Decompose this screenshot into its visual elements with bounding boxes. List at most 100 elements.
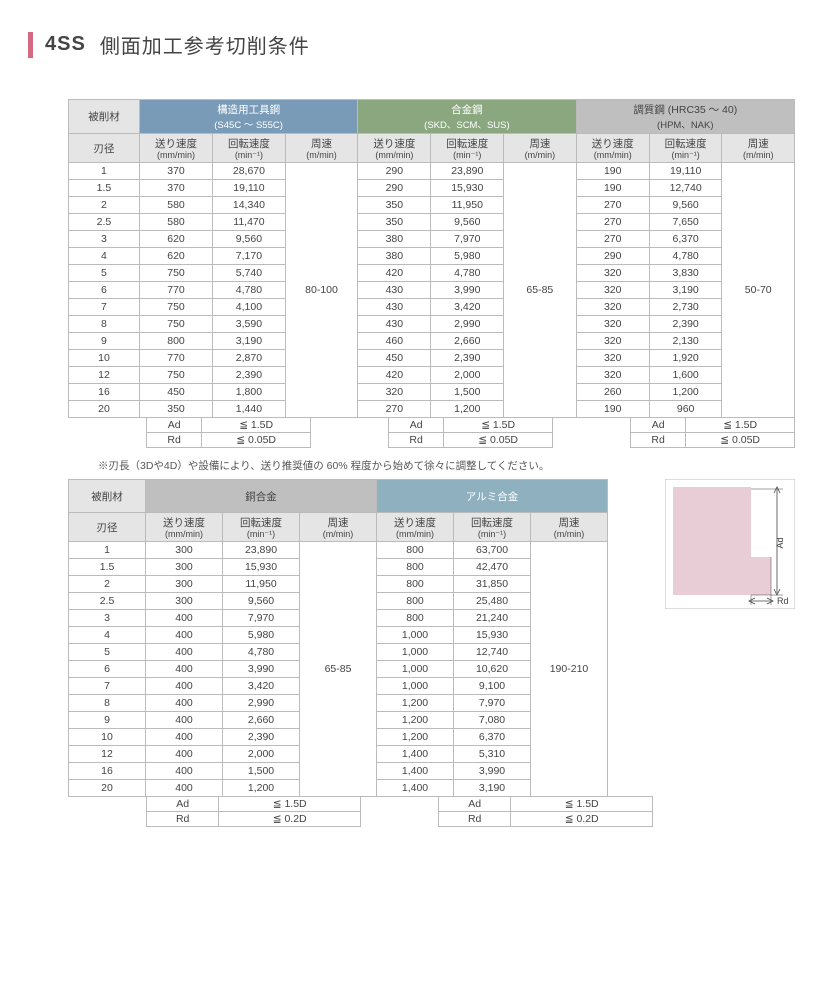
- cell-feed: 400: [146, 610, 223, 627]
- cell-spin: 7,650: [649, 214, 722, 231]
- cell-dia: 2.5: [69, 593, 146, 610]
- cell-spin: 9,560: [649, 197, 722, 214]
- cell-dia: 12: [69, 746, 146, 763]
- svg-text:Ad: Ad: [775, 537, 785, 548]
- cell-feed: 800: [377, 610, 454, 627]
- cell-feed: 750: [139, 265, 212, 282]
- col-feed: 送り速度(mm/min): [139, 134, 212, 163]
- ad-label: Ad: [389, 418, 444, 433]
- ad-label: Ad: [631, 418, 686, 433]
- cell-feed: 450: [139, 384, 212, 401]
- cell-feed: 420: [358, 367, 431, 384]
- cell-feed: 320: [576, 316, 649, 333]
- cell-dia: 8: [69, 316, 140, 333]
- cell-spin: 5,980: [431, 248, 504, 265]
- cell-feed: 350: [358, 214, 431, 231]
- cell-feed: 770: [139, 282, 212, 299]
- cell-dia: 5: [69, 644, 146, 661]
- col-feed: 送り速度(mm/min): [576, 134, 649, 163]
- cell-spin: 5,740: [213, 265, 286, 282]
- cell-spin: 15,930: [454, 627, 531, 644]
- cell-feed: 290: [358, 163, 431, 180]
- cell-spin: 23,890: [431, 163, 504, 180]
- cell-feed: 400: [146, 678, 223, 695]
- cell-spin: 2,730: [649, 299, 722, 316]
- cell-feed: 400: [146, 712, 223, 729]
- cell-spin: 3,590: [213, 316, 286, 333]
- table-row: 77504,1004303,4203202,730: [69, 299, 795, 316]
- table-row: 130023,89065-8580063,700190-210: [69, 542, 608, 559]
- cell-spin: 3,420: [223, 678, 300, 695]
- adjustment-note: ※刃長（3Dや4D）や設備により、送り推奨値の 60% 程度から始めて徐々に調整…: [98, 458, 795, 473]
- material-group-header: 調質鋼 (HRC35 ～ 40)(HPM、NAK): [576, 100, 794, 134]
- cell-feed: 300: [146, 593, 223, 610]
- cell-spin: 7,170: [213, 248, 286, 265]
- cell-dia: 7: [69, 299, 140, 316]
- cell-spin: 1,600: [649, 367, 722, 384]
- cell-spin: 11,950: [431, 197, 504, 214]
- rd-value: ≦ 0.05D: [686, 433, 795, 448]
- col-spin: 回転速度(min⁻¹): [454, 513, 531, 542]
- cell-feed: 1,000: [377, 661, 454, 678]
- cell-spin: 3,190: [213, 333, 286, 350]
- cell-feed: 320: [576, 367, 649, 384]
- cell-spin: 23,890: [223, 542, 300, 559]
- cell-spin: 15,930: [431, 180, 504, 197]
- table-row: 258014,34035011,9502709,560: [69, 197, 795, 214]
- material-group-header: 合金鋼(SKD、SCM、SUS): [358, 100, 576, 134]
- cell-spin: 1,800: [213, 384, 286, 401]
- cell-feed: 190: [576, 401, 649, 418]
- cell-spin: 1,440: [213, 401, 286, 418]
- cell-dia: 9: [69, 333, 140, 350]
- cell-feed: 350: [139, 401, 212, 418]
- cell-feed: 750: [139, 367, 212, 384]
- cell-feed: 400: [146, 661, 223, 678]
- cell-spin: 6,370: [454, 729, 531, 746]
- cell-spin: 14,340: [213, 197, 286, 214]
- col-speed: 周速(m/min): [722, 134, 795, 163]
- cell-spin: 11,950: [223, 576, 300, 593]
- cell-spin: 2,390: [213, 367, 286, 384]
- ad-label: Ad: [147, 418, 202, 433]
- cell-feed: 430: [358, 299, 431, 316]
- cell-feed: 380: [358, 231, 431, 248]
- col-feed: 送り速度(mm/min): [377, 513, 454, 542]
- cell-feed: 350: [358, 197, 431, 214]
- cell-spin: 2,390: [431, 350, 504, 367]
- ad-label: Ad: [147, 797, 219, 812]
- cell-dia: 1: [69, 542, 146, 559]
- cell-spin: 4,780: [431, 265, 504, 282]
- cell-feed: 450: [358, 350, 431, 367]
- cell-feed: 320: [576, 299, 649, 316]
- cell-spin: 5,980: [223, 627, 300, 644]
- top-adrd-steel: Ad≦ 1.5D Rd≦ 0.05D: [146, 417, 311, 448]
- cell-speed: 80-100: [285, 163, 357, 418]
- cell-spin: 9,560: [223, 593, 300, 610]
- ad-value: ≦ 1.5D: [686, 418, 795, 433]
- cell-feed: 300: [146, 559, 223, 576]
- cell-feed: 800: [377, 542, 454, 559]
- ad-value: ≦ 1.5D: [511, 797, 653, 812]
- cell-feed: 270: [576, 214, 649, 231]
- cell-spin: 19,110: [649, 163, 722, 180]
- table-row: 1.537019,11029015,93019012,740: [69, 180, 795, 197]
- cell-feed: 400: [146, 763, 223, 780]
- cell-spin: 2,130: [649, 333, 722, 350]
- cell-feed: 770: [139, 350, 212, 367]
- cell-feed: 320: [576, 333, 649, 350]
- bottom-cutting-table: 被削材銅合金アルミ合金刃径送り速度(mm/min)回転速度(min⁻¹)周速(m…: [68, 479, 608, 797]
- cell-spin: 2,390: [223, 729, 300, 746]
- cell-feed: 800: [377, 593, 454, 610]
- cell-spin: 1,500: [431, 384, 504, 401]
- rd-label: Rd: [439, 812, 511, 827]
- rd-value: ≦ 0.05D: [444, 433, 553, 448]
- cell-feed: 620: [139, 231, 212, 248]
- cell-feed: 800: [377, 576, 454, 593]
- cell-speed: 190-210: [531, 542, 608, 797]
- cell-feed: 1,000: [377, 678, 454, 695]
- cell-spin: 10,620: [454, 661, 531, 678]
- cell-spin: 9,100: [454, 678, 531, 695]
- cell-spin: 7,080: [454, 712, 531, 729]
- col-spin: 回転速度(min⁻¹): [431, 134, 504, 163]
- col-blade-dia: 刃径: [69, 513, 146, 542]
